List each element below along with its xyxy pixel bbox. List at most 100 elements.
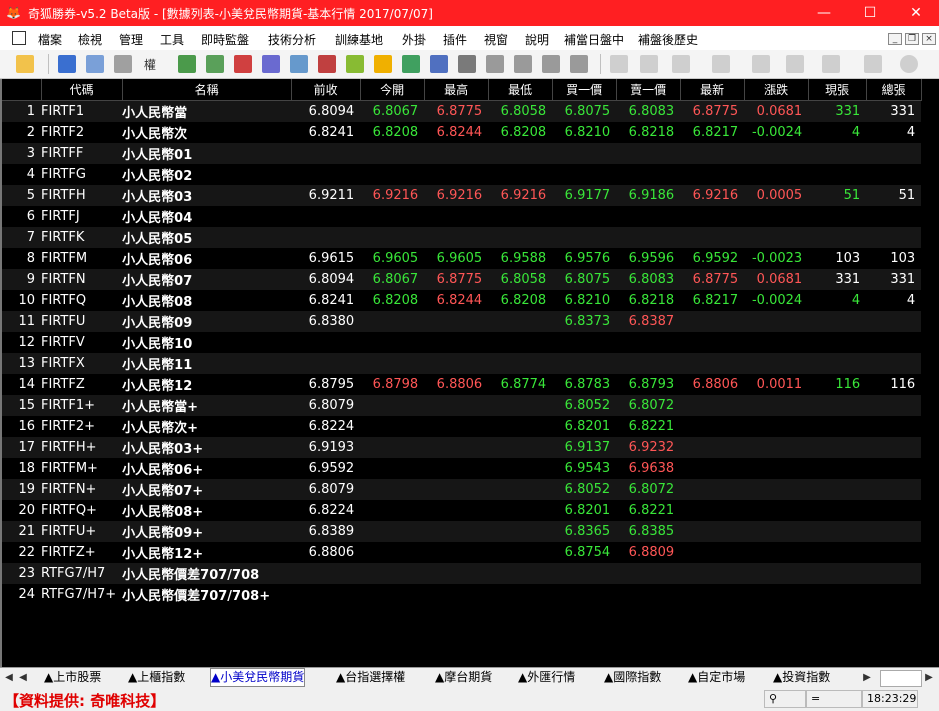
minimize-button[interactable]: — — [801, 0, 847, 26]
delete-icon[interactable] — [318, 55, 336, 73]
menu-help[interactable]: 說明 — [525, 31, 549, 48]
table-row[interactable]: 11 FIRTFU 小人民幣09 6.8380 6.8373 6.8387 — [2, 311, 922, 332]
window-icon[interactable] — [486, 55, 504, 73]
trend-chart-icon[interactable] — [206, 55, 224, 73]
mdi-restore-icon[interactable]: ❐ — [905, 33, 919, 45]
menu-fill-history[interactable]: 補盤後歷史 — [638, 31, 698, 48]
vline-icon[interactable] — [712, 55, 730, 73]
col-header-current-vol[interactable]: 現張 — [808, 79, 867, 101]
col-header-ask[interactable]: 賣一價 — [616, 79, 681, 101]
col-header-code[interactable]: 代碼 — [41, 79, 123, 101]
hline-icon[interactable] — [672, 55, 690, 73]
tab-nav-first-icon[interactable]: ◀ — [2, 670, 16, 685]
col-header-high[interactable]: 最高 — [424, 79, 489, 101]
close-button[interactable]: ✕ — [893, 0, 939, 26]
table-row[interactable]: 16 FIRTF2+ 小人民幣次+ 6.8224 6.8201 6.8221 — [2, 416, 922, 437]
window2-icon[interactable] — [514, 55, 532, 73]
col-header-bid[interactable]: 買一價 — [552, 79, 617, 101]
menu-tools[interactable]: 工具 — [160, 31, 184, 48]
scroll-right-icon[interactable]: ▶ — [922, 670, 936, 685]
move-icon[interactable] — [86, 55, 104, 73]
tab-intl-index[interactable]: ▲國際指數 — [604, 669, 661, 686]
table-row[interactable]: 15 FIRTF1+ 小人民幣當+ 6.8079 6.8052 6.8072 — [2, 395, 922, 416]
menu-analysis[interactable]: 技術分析 — [268, 31, 316, 48]
table-row[interactable]: 4 FIRTFG 小人民幣02 — [2, 164, 922, 185]
table-icon[interactable] — [458, 55, 476, 73]
table-row[interactable]: 17 FIRTFH+ 小人民幣03+ 6.9193 6.9137 6.9232 — [2, 437, 922, 458]
menu-addons[interactable]: 插件 — [443, 31, 467, 48]
warning-icon[interactable] — [374, 55, 392, 73]
col-header-name[interactable]: 名稱 — [122, 79, 292, 101]
table-row[interactable]: 24 RTFG7/H7+ 小人民幣價差707/708+ — [2, 584, 922, 605]
menu-view[interactable]: 檢視 — [78, 31, 102, 48]
table-row[interactable]: 2 FIRTF2 小人民幣次 6.8241 6.8208 6.8244 6.8208 6.82… — [2, 122, 922, 143]
tab-listed-stocks[interactable]: ▲上市股票 — [44, 669, 101, 686]
table-row[interactable]: 1 FIRTF1 小人民幣當 6.8094 6.8067 6.8775 6.8058 6.80… — [2, 100, 922, 122]
col-header-total-vol[interactable]: 總張 — [866, 79, 922, 101]
grid-icon[interactable] — [402, 55, 420, 73]
menu-training[interactable]: 訓練基地 — [335, 31, 383, 48]
rights-label[interactable]: 權 — [144, 56, 156, 73]
col-header-index[interactable] — [2, 79, 42, 101]
toolbar-separator — [48, 54, 49, 74]
mdi-minimize-icon[interactable]: _ — [888, 33, 902, 45]
menu-window[interactable]: 視窗 — [484, 31, 508, 48]
circle-icon[interactable] — [900, 55, 918, 73]
table-row[interactable]: 23 RTFG7/H7 小人民幣價差707/708 — [2, 563, 922, 584]
tab-msci-taiwan-futures[interactable]: ▲摩台期貨 — [435, 669, 492, 686]
line-icon[interactable] — [640, 55, 658, 73]
table-row[interactable]: 6 FIRTFJ 小人民幣04 — [2, 206, 922, 227]
table-row[interactable]: 14 FIRTFZ 小人民幣12 6.8795 6.8798 6.8806 6.8774 6.… — [2, 374, 922, 395]
fan-icon[interactable] — [786, 55, 804, 73]
open-folder-icon[interactable] — [16, 55, 34, 73]
tab-taiex-options[interactable]: ▲台指選擇權 — [336, 669, 405, 686]
horizontal-scrollbar[interactable] — [880, 670, 922, 687]
table-row[interactable]: 21 FIRTFU+ 小人民幣09+ 6.8389 6.8365 6.8385 — [2, 521, 922, 542]
tab-nav-next-icon[interactable]: ▶ — [860, 670, 874, 685]
tab-custom-market[interactable]: ▲自定市場 — [688, 669, 745, 686]
chart-icon[interactable] — [178, 55, 196, 73]
maximize-button[interactable]: ☐ — [847, 0, 893, 26]
table-row[interactable]: 8 FIRTFM 小人民幣06 6.9615 6.9605 6.9605 6.9588 6.9… — [2, 248, 922, 269]
rectangle-icon[interactable] — [864, 55, 882, 73]
col-header-prev-close[interactable]: 前收 — [291, 79, 361, 101]
menu-plugins-ext[interactable]: 外掛 — [402, 31, 426, 48]
bar-chart-icon[interactable] — [430, 55, 448, 73]
tab-rmb-futures[interactable]: ▲小美兌民幣期貨 — [210, 668, 306, 687]
tab-nav-prev-icon[interactable]: ◀ — [16, 670, 30, 685]
table-row[interactable]: 3 FIRTFF 小人民幣01 — [2, 143, 922, 164]
table-row[interactable]: 20 FIRTFQ+ 小人民幣08+ 6.8224 6.8201 6.8221 — [2, 500, 922, 521]
table-row[interactable]: 13 FIRTFX 小人民幣11 — [2, 353, 922, 374]
table-row[interactable]: 5 FIRTFH 小人民幣03 6.9211 6.9216 6.9216 6.9216 6.9… — [2, 185, 922, 206]
table-row[interactable]: 9 FIRTFN 小人民幣07 6.8094 6.8067 6.8775 6.8058 6.8… — [2, 269, 922, 290]
tab-otc-index[interactable]: ▲上櫃指數 — [128, 669, 185, 686]
table-row[interactable]: 12 FIRTFV 小人民幣10 — [2, 332, 922, 353]
menu-fill-intraday[interactable]: 補當日盤中 — [564, 31, 624, 48]
tab-investment-index[interactable]: ▲投資指數 — [773, 669, 830, 686]
table-row[interactable]: 10 FIRTFQ 小人民幣08 6.8241 6.8208 6.8244 6.8208 6.… — [2, 290, 922, 311]
col-header-low[interactable]: 最低 — [488, 79, 553, 101]
table-row[interactable]: 22 FIRTFZ+ 小人民幣12+ 6.8806 6.8754 6.8809 — [2, 542, 922, 563]
col-header-change[interactable]: 漲跌 — [744, 79, 809, 101]
channel-icon[interactable] — [752, 55, 770, 73]
menu-manage[interactable]: 管理 — [119, 31, 143, 48]
col-header-open[interactable]: 今開 — [360, 79, 425, 101]
table-row[interactable]: 18 FIRTFM+ 小人民幣06+ 6.9592 6.9543 6.9638 — [2, 458, 922, 479]
window3-icon[interactable] — [542, 55, 560, 73]
money-icon[interactable] — [346, 55, 364, 73]
compare-icon[interactable] — [262, 55, 280, 73]
window4-icon[interactable] — [570, 55, 588, 73]
col-header-last[interactable]: 最新 — [680, 79, 745, 101]
parallel-icon[interactable] — [822, 55, 840, 73]
table-row[interactable]: 19 FIRTFN+ 小人民幣07+ 6.8079 6.8052 6.8072 — [2, 479, 922, 500]
ranking-icon[interactable] — [234, 55, 252, 73]
menu-monitor[interactable]: 即時監盤 — [201, 31, 249, 48]
draw-icon[interactable] — [610, 55, 628, 73]
document-icon[interactable] — [290, 55, 308, 73]
list-view-icon[interactable] — [58, 55, 76, 73]
panel-icon[interactable] — [114, 55, 132, 73]
menu-file[interactable]: 檔案 — [38, 31, 62, 48]
table-row[interactable]: 7 FIRTFK 小人民幣05 — [2, 227, 922, 248]
tab-forex[interactable]: ▲外匯行情 — [518, 669, 575, 686]
mdi-close-icon[interactable]: × — [922, 33, 936, 45]
